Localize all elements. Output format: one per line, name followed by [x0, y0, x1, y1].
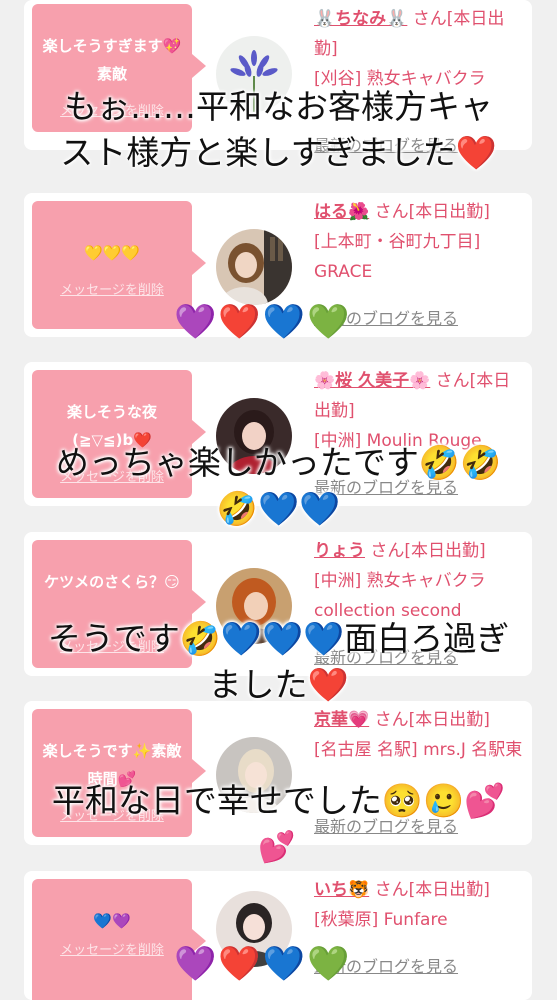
- overlay-line: 🤣💙💙: [0, 486, 557, 532]
- overlay-line: スト様方と楽しすぎました❤️: [60, 133, 497, 172]
- message-bubble: 💙💜 メッセージを削除: [32, 879, 206, 1000]
- overlay-caption: めっちゃ楽しかったです🤣🤣 🤣💙💙: [0, 440, 557, 532]
- overlay-line: もぉ……平和なお客様方キャ: [64, 87, 493, 126]
- overlay-line: めっちゃ楽しかったです🤣🤣: [55, 443, 502, 482]
- cast-info: いち🐯 さん[本日出勤] [秋葉原] Funfare: [314, 875, 526, 935]
- cast-name-link[interactable]: はる🌺: [314, 202, 369, 222]
- red-heart-icon: ❤️: [218, 944, 261, 984]
- overlay-caption: もぉ……平和なお客様方キャ スト様方と楽しすぎました❤️: [0, 84, 557, 176]
- heart-emoji-row: 💜 ❤️ 💙 💚: [174, 302, 349, 342]
- rofl-face-icon: 🤣: [216, 489, 258, 528]
- honorific: さん: [370, 541, 405, 561]
- cast-info: はる🌺 さん[本日出勤] [上本町・谷町九丁目] GRACE: [314, 197, 526, 287]
- red-heart-icon: ❤️: [455, 133, 497, 172]
- blue-heart-icon: 💙💙: [257, 489, 341, 528]
- blue-heart-icon: 💙: [262, 302, 306, 342]
- overlay-line: 平和な日で幸せでした🥺🥲💕: [51, 781, 506, 820]
- message-text: 💛💛💛: [83, 244, 141, 262]
- rofl-face-icon: 🤣: [179, 619, 221, 658]
- cast-name-link[interactable]: りょう: [314, 541, 365, 561]
- cast-name-link[interactable]: いち🐯: [314, 880, 369, 900]
- cast-name-link[interactable]: 🌸桜 久美子🌸: [314, 371, 430, 391]
- cast-name-link[interactable]: 京華💗: [314, 710, 369, 730]
- shop-name: [秋葉原] Funfare: [314, 910, 448, 930]
- honorific: さん: [374, 710, 409, 730]
- purple-heart-icon: 💜: [174, 944, 217, 984]
- crying-face-icon: 🥲: [422, 781, 465, 820]
- blue-heart-icon: 💙: [262, 944, 306, 984]
- delete-message-link[interactable]: メッセージを削除: [32, 943, 192, 959]
- work-status: [本日出勤]: [408, 880, 490, 900]
- rofl-face-icon: 🤣🤣: [418, 443, 502, 482]
- heart-emoji-row: 💜 ❤️ 💙 💚: [174, 944, 349, 984]
- blue-heart-icon: 💙💙💙: [220, 619, 345, 658]
- shop-name: [名古屋 名駅] mrs.J 名駅東: [314, 740, 523, 760]
- shop-name: [上本町・谷町九丁目] GRACE: [314, 232, 481, 282]
- honorific: さん: [435, 371, 470, 391]
- honorific: さん: [374, 880, 409, 900]
- two-hearts-icon: 💕: [464, 781, 506, 820]
- green-heart-icon: 💚: [307, 302, 350, 342]
- message-text: ケツメのさくら？😏: [44, 573, 180, 591]
- purple-heart-icon: 💜: [174, 302, 217, 342]
- woman-photo-icon: [216, 229, 292, 305]
- cast-info: 京華💗 さん[本日出勤] [名古屋 名駅] mrs.J 名駅東: [314, 705, 526, 765]
- honorific: さん: [374, 202, 409, 222]
- cast-info: 🐰ちなみ🐰 さん[本日出勤] [刈谷] 熟女キャバクラ: [314, 4, 526, 94]
- cast-info: りょう さん[本日出勤] [中洲] 熟女キャバクラ collection sec…: [314, 536, 526, 626]
- two-hearts-emoji: 💕: [258, 830, 295, 865]
- work-status: [本日出勤]: [404, 541, 486, 561]
- overlay-caption: そうです🤣💙💙💙面白ろ過ぎ ました❤️: [0, 616, 557, 708]
- message-text: 💙💜: [93, 912, 131, 930]
- message-text: 楽しそうすぎます💖素敵: [42, 37, 182, 83]
- message-bubble: 💛💛💛 メッセージを削除: [32, 201, 206, 329]
- overlay-line: そうです🤣💙💙💙面白ろ過ぎ: [47, 619, 510, 658]
- honorific: さん: [412, 9, 447, 29]
- red-heart-icon: ❤️: [218, 302, 261, 342]
- cast-name-link[interactable]: 🐰ちなみ🐰: [314, 9, 407, 29]
- overlay-line: ました❤️: [208, 665, 349, 704]
- delete-message-link[interactable]: メッセージを削除: [32, 283, 192, 299]
- overlay-caption: 平和な日で幸せでした🥺🥲💕: [0, 778, 557, 824]
- avatar[interactable]: [216, 229, 292, 305]
- green-heart-icon: 💚: [307, 944, 350, 984]
- work-status: [本日出勤]: [408, 202, 490, 222]
- two-hearts-icon: 💕: [258, 830, 296, 865]
- pleading-face-icon: 🥺: [381, 781, 423, 820]
- red-heart-icon: ❤️: [307, 665, 349, 704]
- work-status: [本日出勤]: [408, 710, 490, 730]
